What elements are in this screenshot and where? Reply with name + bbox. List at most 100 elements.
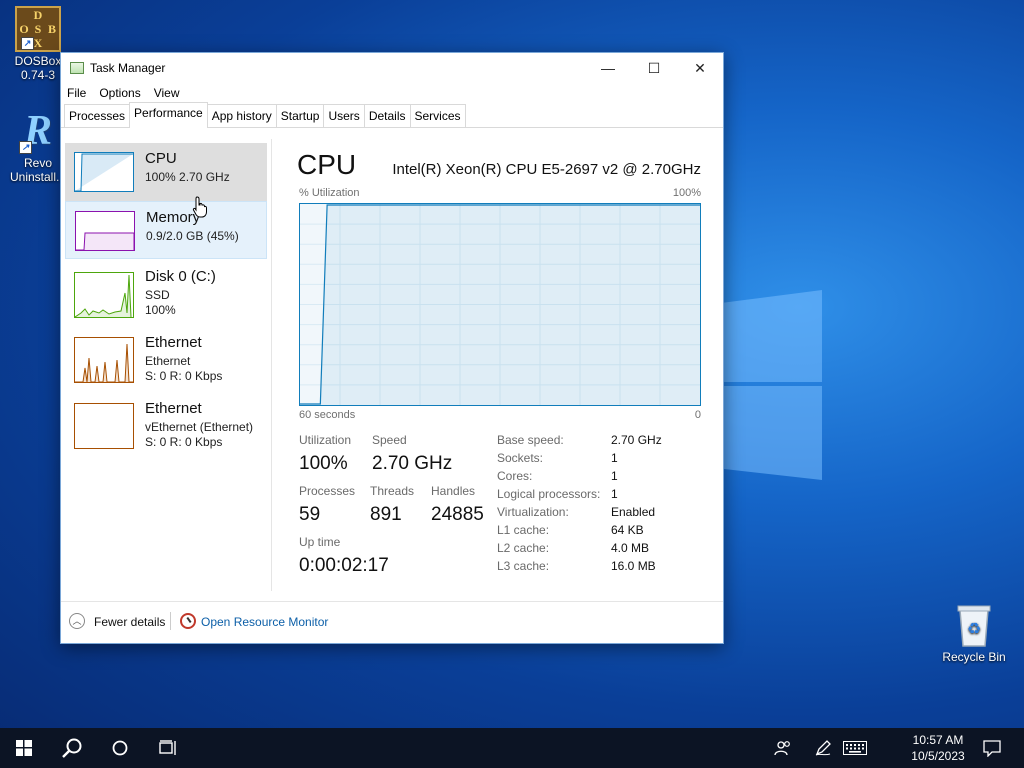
- page-title: CPU: [297, 149, 357, 180]
- l1-cache-label: L1 cache:: [497, 523, 550, 537]
- clock-time: 10:57 AM: [912, 733, 964, 747]
- windows-wallpaper-logo: [722, 282, 824, 482]
- tab-bar: Processes Performance App history Startu…: [61, 102, 723, 128]
- sidebar-item-cpu[interactable]: CPU 100% 2.70 GHz: [65, 143, 267, 201]
- chevron-up-icon[interactable]: ︿: [69, 613, 85, 629]
- sidebar-item-disk[interactable]: Disk 0 (C:) SSD 100%: [65, 261, 267, 325]
- cores-label: Cores:: [497, 469, 533, 483]
- resource-monitor-icon[interactable]: [180, 613, 196, 629]
- menu-view[interactable]: View: [154, 86, 180, 100]
- task-manager-window: Task Manager — ☐ ✕ File Options View Pro…: [60, 52, 724, 644]
- revo-logo-icon: R ↗: [15, 108, 61, 154]
- cpu-utilization-area: [300, 205, 700, 405]
- sidebar-item-detail: 0.9/2.0 GB (45%): [146, 229, 239, 243]
- task-view-button[interactable]: [144, 728, 192, 768]
- search-icon: [62, 738, 82, 758]
- l2-cache-label: L2 cache:: [497, 541, 550, 555]
- maximize-button[interactable]: ☐: [631, 53, 677, 83]
- action-center-button[interactable]: [976, 728, 1008, 768]
- title-bar[interactable]: Task Manager — ☐ ✕: [61, 53, 723, 83]
- sidebar-item-detail: SSD: [145, 288, 170, 302]
- utilization-value: 100%: [299, 453, 348, 474]
- clock-date: 10/5/2023: [911, 749, 965, 763]
- sidebar-item-title: Ethernet: [145, 400, 202, 417]
- graph-y-max-label: 100%: [672, 187, 701, 199]
- window-footer: ︿ Fewer details Open Resource Monitor: [61, 601, 723, 642]
- graph-x-left-label: 60 seconds: [299, 409, 356, 421]
- task-view-icon: [159, 740, 176, 755]
- uptime-label: Up time: [299, 535, 341, 549]
- base-speed-value: 2.70 GHz: [611, 433, 662, 447]
- tab-processes[interactable]: Processes: [64, 104, 131, 127]
- fewer-details-button[interactable]: Fewer details: [94, 615, 165, 629]
- cpu-utilization-graph: [299, 203, 701, 406]
- menu-file[interactable]: File: [67, 86, 86, 100]
- sidebar-item-ethernet-2[interactable]: Ethernet vEthernet (Ethernet) S: 0 R: 0 …: [65, 393, 267, 457]
- window-title: Task Manager: [90, 61, 166, 75]
- tab-details[interactable]: Details: [363, 104, 411, 127]
- desktop-icon-label: Recycle Bin: [942, 650, 1006, 664]
- sidebar-item-detail: S: 0 R: 0 Kbps: [145, 369, 223, 383]
- tab-services[interactable]: Services: [409, 104, 466, 127]
- shortcut-arrow-icon: ↗: [21, 37, 34, 50]
- taskbar: 10:57 AM 10/5/2023: [0, 728, 1024, 768]
- cortana-circle-icon: [112, 740, 128, 756]
- people-icon: [774, 741, 790, 756]
- threads-label: Threads: [370, 484, 415, 498]
- performance-sidebar: CPU 100% 2.70 GHz Memory 0.9/2.0 GB (45%…: [61, 139, 272, 591]
- threads-value: 891: [370, 504, 402, 525]
- l3-cache-value: 16.0 MB: [611, 559, 656, 573]
- menu-bar: File Options View: [61, 83, 723, 103]
- tab-performance[interactable]: Performance: [129, 102, 208, 128]
- tab-users[interactable]: Users: [323, 104, 365, 127]
- l3-cache-label: L3 cache:: [497, 559, 550, 573]
- cortana-button[interactable]: [96, 728, 144, 768]
- pen-icon: [815, 740, 831, 756]
- close-button[interactable]: ✕: [677, 53, 723, 83]
- pen-workspace-button[interactable]: [806, 728, 840, 768]
- cpu-detail-pane: CPU Intel(R) Xeon(R) CPU E5-2697 v2 @ 2.…: [275, 139, 723, 591]
- disk-thumbnail-graph: [74, 272, 134, 318]
- memory-thumbnail-graph: [75, 211, 135, 251]
- recycle-bin-icon: ♻: [951, 602, 997, 648]
- handles-label: Handles: [431, 484, 476, 498]
- svg-text:♻: ♻: [967, 619, 981, 638]
- tab-startup[interactable]: Startup: [275, 104, 325, 127]
- speed-value: 2.70 GHz: [372, 453, 453, 474]
- handles-value: 24885: [431, 504, 484, 525]
- sidebar-item-title: Ethernet: [145, 334, 202, 351]
- minimize-button[interactable]: —: [585, 53, 631, 83]
- sidebar-item-detail: vEthernet (Ethernet): [145, 420, 254, 434]
- cores-value: 1: [611, 469, 618, 483]
- processes-value: 59: [299, 504, 321, 525]
- sockets-value: 1: [611, 451, 618, 465]
- dosbox-logo-icon: D OSB X ↗: [15, 6, 61, 52]
- touch-keyboard-button[interactable]: [838, 728, 872, 768]
- sockets-label: Sockets:: [497, 451, 544, 465]
- people-button[interactable]: [766, 728, 800, 768]
- open-resource-monitor-link[interactable]: Open Resource Monitor: [201, 615, 328, 629]
- desktop-icon-recycle-bin[interactable]: ♻ Recycle Bin: [938, 602, 1010, 664]
- shortcut-arrow-icon: ↗: [19, 141, 32, 154]
- l1-cache-value: 64 KB: [611, 523, 644, 537]
- search-button[interactable]: [48, 728, 96, 768]
- logical-processors-label: Logical processors:: [497, 487, 601, 501]
- cpu-model-name: Intel(R) Xeon(R) CPU E5-2697 v2 @ 2.70GH…: [392, 161, 701, 178]
- sidebar-item-ethernet-1[interactable]: Ethernet Ethernet S: 0 R: 0 Kbps: [65, 327, 267, 391]
- vethernet-thumbnail-graph: [74, 403, 134, 449]
- l2-cache-value: 4.0 MB: [611, 541, 650, 555]
- start-button[interactable]: [0, 728, 48, 768]
- speed-label: Speed: [372, 433, 407, 447]
- tab-app-history[interactable]: App history: [206, 104, 277, 127]
- task-manager-app-icon: [70, 62, 84, 74]
- windows-start-icon: [16, 740, 32, 756]
- hand-cursor-icon: [192, 196, 207, 218]
- menu-options[interactable]: Options: [99, 86, 140, 100]
- logical-processors-value: 1: [611, 487, 618, 501]
- cpu-thumbnail-graph: [74, 152, 134, 192]
- uptime-value: 0:00:02:17: [299, 555, 389, 576]
- sidebar-item-memory[interactable]: Memory 0.9/2.0 GB (45%): [65, 201, 267, 259]
- sidebar-item-detail: 100% 2.70 GHz: [145, 170, 230, 184]
- notification-icon: [983, 740, 1001, 757]
- taskbar-clock[interactable]: 10:57 AM 10/5/2023: [898, 732, 978, 764]
